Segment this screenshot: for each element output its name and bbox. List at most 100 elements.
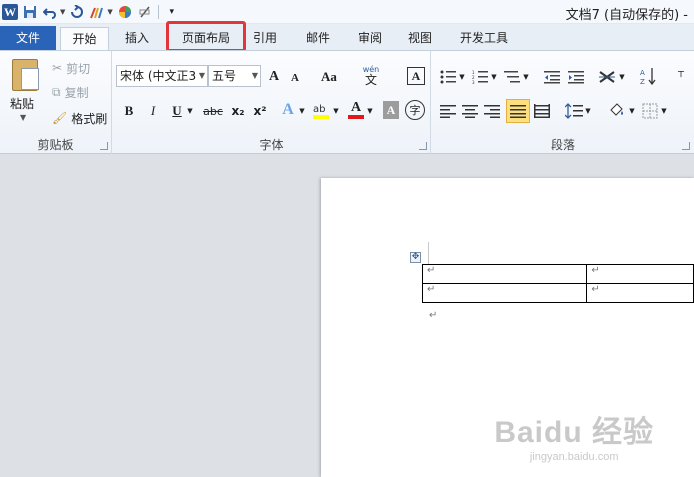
bullets-icon[interactable] (438, 67, 458, 87)
numbering-icon[interactable]: 123 (470, 67, 490, 87)
tab-insert[interactable]: 插入 (112, 27, 162, 50)
tab-view[interactable]: 视图 (400, 27, 440, 50)
table-cell[interactable]: ↵ (421, 264, 588, 284)
character-border-button[interactable]: A (407, 67, 425, 85)
ribbon: 粘贴 ▼ ✂ 剪切 ⧉ 复制 🖌 格式刷 剪贴板 宋体 (中文正3 ▼ 五号 ▼… (0, 50, 694, 155)
tab-page-layout[interactable]: 页面布局 (168, 27, 244, 50)
tab-developer[interactable]: 开发工具 (452, 27, 516, 50)
svg-text:ab: ab (313, 104, 325, 115)
chinese-layout-icon[interactable] (596, 67, 618, 87)
tab-file[interactable]: 文件 (0, 26, 56, 50)
paste-button[interactable]: 粘贴 (10, 95, 34, 112)
clipboard-launcher-icon[interactable] (100, 142, 108, 150)
undo-dropdown-icon[interactable]: ▼ (60, 8, 65, 16)
phonetic-guide-button[interactable]: wén 文 (361, 63, 381, 87)
enclose-characters-button[interactable]: 字 (405, 100, 425, 120)
format-painter-button[interactable]: 🖌 格式刷 (52, 109, 107, 127)
line-spacing-dropdown-icon[interactable]: ▼ (584, 103, 592, 119)
multilevel-dropdown-icon[interactable]: ▼ (522, 69, 530, 85)
paragraph-launcher-icon[interactable] (682, 142, 690, 150)
font-size-select[interactable]: 五号 ▼ (208, 65, 261, 87)
numbering-dropdown-icon[interactable]: ▼ (490, 69, 498, 85)
align-left-icon[interactable] (438, 101, 458, 121)
shrink-font-button[interactable]: A (287, 69, 303, 87)
change-case-button[interactable]: Aa (317, 67, 341, 87)
clipboard-group: 粘贴 ▼ ✂ 剪切 ⧉ 复制 🖌 格式刷 剪贴板 (0, 51, 112, 155)
multilevel-list-icon[interactable] (502, 67, 522, 87)
tab-home[interactable]: 开始 (60, 27, 109, 50)
italic-button[interactable]: I (145, 101, 161, 121)
document-table[interactable]: ↵ ↵ ↵ ↵ (421, 264, 694, 303)
shading-dropdown-icon[interactable]: ▼ (628, 103, 636, 119)
word-logo-icon[interactable]: W (2, 4, 18, 20)
font-size-value: 五号 (212, 69, 237, 83)
justify-icon[interactable] (506, 99, 530, 123)
borders-icon[interactable] (640, 101, 660, 121)
table-cell[interactable]: ↵ (586, 283, 694, 303)
font-color-letter: A (350, 100, 362, 115)
paste-icon[interactable] (12, 59, 39, 91)
underline-button[interactable]: U (169, 101, 185, 121)
font-family-value: 宋体 (中文正3 (120, 69, 197, 83)
line-spacing-icon[interactable] (564, 101, 584, 121)
superscript-button[interactable]: x² (251, 101, 269, 121)
format-painter-icon: 🖌 (52, 111, 68, 125)
highlight-dropdown-icon[interactable]: ▼ (331, 103, 341, 119)
font-family-select[interactable]: 宋体 (中文正3 ▼ (116, 65, 208, 87)
copy-button[interactable]: ⧉ 复制 (52, 83, 89, 101)
svg-text:A: A (640, 69, 645, 77)
text-cursor (428, 242, 429, 264)
redo-icon[interactable] (69, 4, 85, 20)
align-center-icon[interactable] (460, 101, 480, 121)
table-move-handle-icon[interactable]: ✥ (410, 252, 421, 263)
font-launcher-icon[interactable] (419, 142, 427, 150)
undo-icon[interactable] (42, 4, 58, 20)
font-color-dropdown-icon[interactable]: ▼ (365, 103, 375, 119)
paste-dropdown-icon[interactable]: ▼ (20, 113, 26, 122)
document-page[interactable]: ✥ ↵ ↵ ↵ ↵ ↵ Baidu 经验 jingyan.baidu.com (321, 178, 694, 477)
copy-label: 复制 (64, 85, 89, 100)
window-title: 文档7 (自动保存的) - (565, 8, 688, 23)
sort-icon[interactable]: AZ (638, 65, 658, 87)
copy-icon: ⧉ (52, 84, 61, 99)
increase-indent-icon[interactable] (566, 67, 586, 87)
decrease-indent-icon[interactable] (542, 67, 562, 87)
tab-review[interactable]: 审阅 (350, 27, 390, 50)
tab-references[interactable]: 引用 (246, 27, 284, 50)
paragraph-mark: ↵ (429, 310, 438, 321)
table-cell[interactable]: ↵ (586, 264, 694, 284)
color-wheel-icon[interactable] (117, 4, 133, 20)
brush-tool-icon[interactable] (89, 4, 105, 20)
chinese-layout-dropdown-icon[interactable]: ▼ (618, 69, 626, 85)
text-effects-dropdown-icon[interactable]: ▼ (297, 103, 307, 119)
distributed-icon[interactable] (532, 101, 552, 121)
chevron-down-icon: ▼ (251, 71, 258, 80)
bold-button[interactable]: B (121, 101, 137, 121)
qat-separator (157, 5, 159, 19)
scissors-icon: ✂ (52, 61, 63, 75)
cut-button[interactable]: ✂ 剪切 (52, 59, 90, 77)
clear-format-icon[interactable] (137, 4, 153, 20)
save-icon[interactable] (22, 4, 38, 20)
character-shading-button[interactable]: A (383, 101, 399, 119)
brush-dropdown-icon[interactable]: ▼ (107, 8, 112, 16)
bullets-dropdown-icon[interactable]: ▼ (458, 69, 466, 85)
borders-dropdown-icon[interactable]: ▼ (660, 103, 668, 119)
font-color-button[interactable]: A (347, 99, 365, 121)
table-cell[interactable]: ↵ (421, 283, 588, 303)
table-row: ↵ ↵ (421, 264, 694, 284)
align-right-icon[interactable] (482, 101, 502, 121)
subscript-button[interactable]: x₂ (229, 101, 247, 121)
customize-qat-icon[interactable]: ▾ (164, 4, 180, 20)
chevron-down-icon: ▼ (198, 71, 205, 80)
text-effects-button[interactable]: A (279, 99, 297, 121)
underline-dropdown-icon[interactable]: ▼ (185, 103, 195, 119)
strikethrough-button[interactable]: abc (201, 101, 225, 121)
tab-mailings[interactable]: 邮件 (298, 27, 338, 50)
grow-font-button[interactable]: A (265, 67, 283, 87)
show-marks-icon[interactable]: ⸆ (672, 65, 690, 87)
shading-icon[interactable] (606, 99, 628, 121)
font-color-swatch (348, 115, 364, 119)
highlight-color-icon[interactable]: ab (311, 99, 331, 121)
watermark-brand: Baidu 经验 (494, 416, 654, 449)
